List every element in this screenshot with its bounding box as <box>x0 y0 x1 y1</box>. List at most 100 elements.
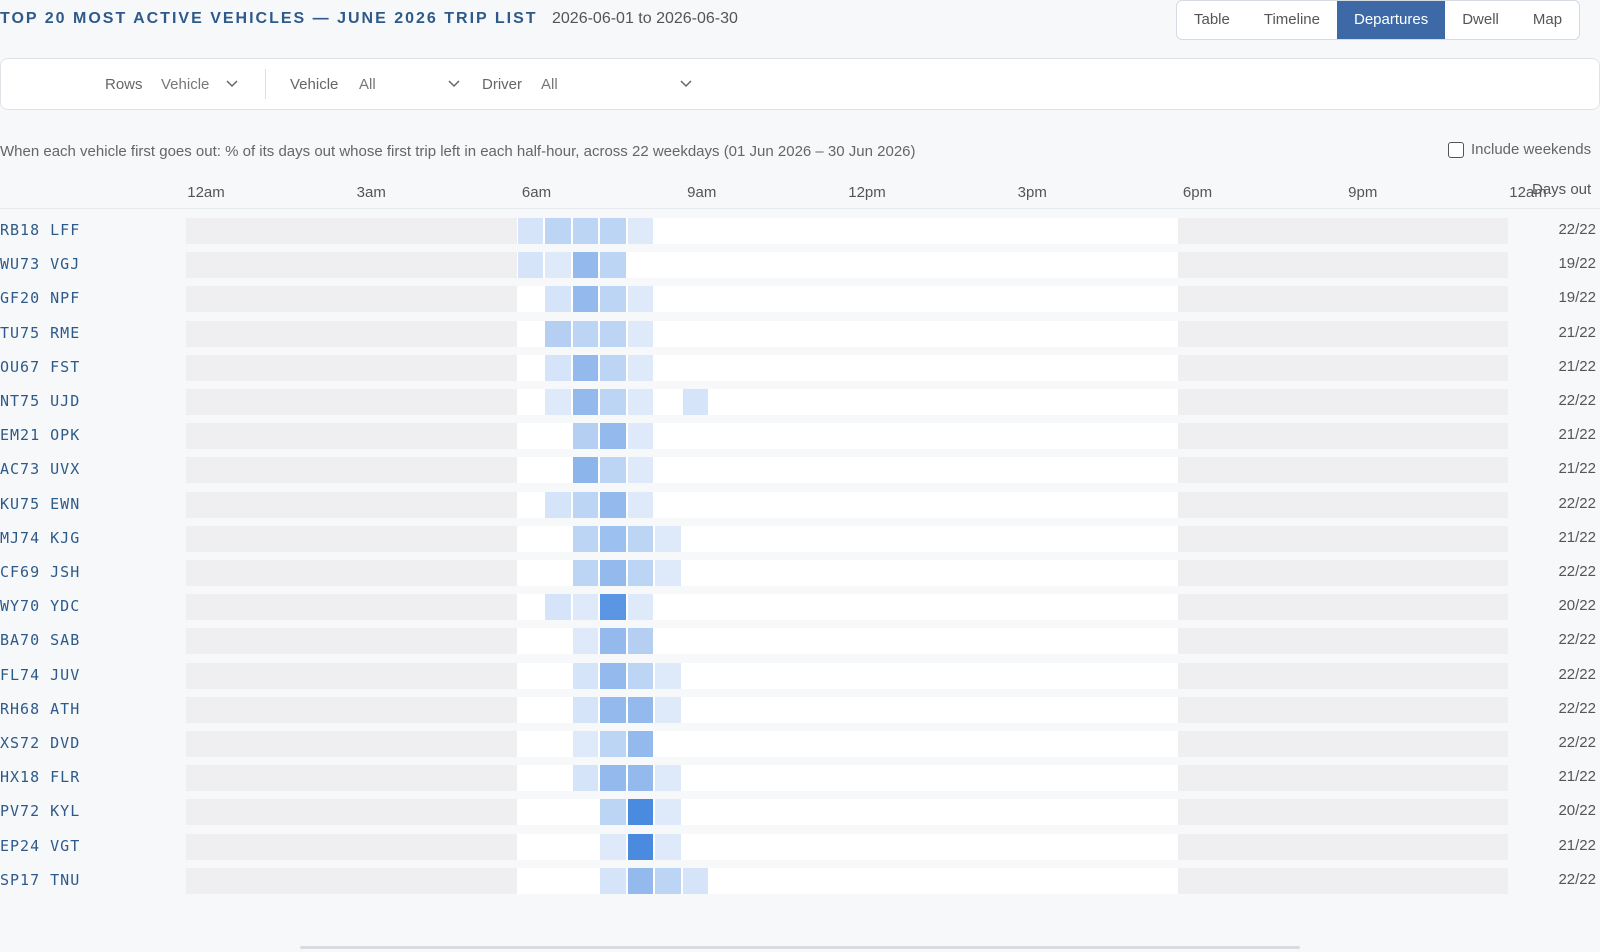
heat-cell[interactable] <box>572 765 599 792</box>
vehicle-label[interactable]: HX18 FLR <box>0 768 80 786</box>
vehicle-label[interactable]: TU75 RME <box>0 324 80 342</box>
heat-cell[interactable] <box>600 765 626 792</box>
heat-cell[interactable] <box>572 662 599 689</box>
tab-departures[interactable]: Departures <box>1337 1 1446 39</box>
heat-cell[interactable] <box>545 252 571 279</box>
heat-cell[interactable] <box>600 731 626 757</box>
vehicle-label[interactable]: WY70 YDC <box>0 597 80 615</box>
heat-cell[interactable] <box>627 423 654 450</box>
vehicle-row[interactable]: XS72 DVD 22/22 <box>0 726 1600 761</box>
heat-cell[interactable] <box>627 457 654 484</box>
heat-cell[interactable] <box>600 696 626 723</box>
heat-cell[interactable] <box>655 525 681 552</box>
vehicle-label[interactable]: AC73 UVX <box>0 460 80 478</box>
vehicle-label[interactable]: PV72 KYL <box>0 802 80 820</box>
heat-cell[interactable] <box>600 628 626 655</box>
heat-cell[interactable] <box>545 320 571 347</box>
vehicle-label[interactable]: WU73 VGJ <box>0 255 80 273</box>
heat-cell[interactable] <box>600 423 626 450</box>
tab-dwell[interactable]: Dwell <box>1445 1 1516 39</box>
heat-cell[interactable] <box>572 457 599 484</box>
include-weekends-toggle[interactable]: Include weekends <box>1448 141 1591 158</box>
vehicle-row[interactable]: FL74 JUV 22/22 <box>0 658 1600 693</box>
heat-cell[interactable] <box>572 389 599 415</box>
heat-cell[interactable] <box>572 594 599 621</box>
heat-cell[interactable] <box>627 286 654 313</box>
heat-cell[interactable] <box>545 286 571 313</box>
heat-cell[interactable] <box>545 218 571 244</box>
heat-cell[interactable] <box>627 696 654 723</box>
vehicle-label[interactable]: RH68 ATH <box>0 700 80 718</box>
heat-cell[interactable] <box>600 833 626 860</box>
heat-cell[interactable] <box>627 867 654 894</box>
heat-cell[interactable] <box>627 594 654 621</box>
vehicle-label[interactable]: EP24 VGT <box>0 837 80 855</box>
vehicle-row[interactable]: KU75 EWN 22/22 <box>0 487 1600 522</box>
heat-cell[interactable] <box>545 491 571 518</box>
heat-cell[interactable] <box>627 799 654 826</box>
heat-cell[interactable] <box>545 594 571 621</box>
heat-cell[interactable] <box>600 457 626 484</box>
vehicle-label[interactable]: XS72 DVD <box>0 734 80 752</box>
heat-cell[interactable] <box>600 525 626 552</box>
tab-table[interactable]: Table <box>1177 1 1247 39</box>
heat-cell[interactable] <box>627 765 654 792</box>
heat-cell[interactable] <box>655 867 681 894</box>
chevron-down-icon[interactable] <box>225 78 239 88</box>
vehicle-row[interactable]: GF20 NPF 19/22 <box>0 281 1600 316</box>
heat-cell[interactable] <box>572 731 599 757</box>
vehicle-row[interactable]: EP24 VGT 21/22 <box>0 829 1600 864</box>
heat-cell[interactable] <box>655 560 681 586</box>
heat-cell[interactable] <box>572 320 599 347</box>
vehicle-row[interactable]: MJ74 KJG 21/22 <box>0 521 1600 556</box>
vehicle-label[interactable]: GF20 NPF <box>0 289 80 307</box>
heat-cell[interactable] <box>627 218 654 244</box>
heat-cell[interactable] <box>627 491 654 518</box>
vehicle-label[interactable]: MJ74 KJG <box>0 529 80 547</box>
vehicle-row[interactable]: TU75 RME 21/22 <box>0 316 1600 351</box>
heat-cell[interactable] <box>627 731 654 757</box>
heat-cell[interactable] <box>627 320 654 347</box>
vehicle-row[interactable]: BA70 SAB 22/22 <box>0 623 1600 658</box>
heat-cell[interactable] <box>600 491 626 518</box>
heat-cell[interactable] <box>655 696 681 723</box>
heat-cell[interactable] <box>572 218 599 244</box>
vehicle-row[interactable]: AC73 UVX 21/22 <box>0 452 1600 487</box>
heat-cell[interactable] <box>682 867 709 894</box>
heat-cell[interactable] <box>600 560 626 586</box>
heat-cell[interactable] <box>600 867 626 894</box>
heat-cell[interactable] <box>627 525 654 552</box>
driver-select[interactable]: All <box>541 76 558 93</box>
vehicle-label[interactable]: BA70 SAB <box>0 631 80 649</box>
heat-cell[interactable] <box>572 252 599 279</box>
heat-cell[interactable] <box>600 320 626 347</box>
heat-cell[interactable] <box>572 354 599 381</box>
heat-cell[interactable] <box>572 286 599 313</box>
vehicle-row[interactable]: NT75 UJD 22/22 <box>0 384 1600 419</box>
vehicle-label[interactable]: OU67 FST <box>0 358 80 376</box>
chevron-down-icon[interactable] <box>679 78 693 88</box>
heat-cell[interactable] <box>572 423 599 450</box>
heat-cell[interactable] <box>572 696 599 723</box>
vehicle-label[interactable]: CF69 JSH <box>0 563 80 581</box>
heat-cell[interactable] <box>655 765 681 792</box>
heat-cell[interactable] <box>600 354 626 381</box>
tab-timeline[interactable]: Timeline <box>1247 1 1337 39</box>
vehicle-label[interactable]: SP17 TNU <box>0 871 80 889</box>
vehicle-label[interactable]: NT75 UJD <box>0 392 80 410</box>
vehicle-row[interactable]: PV72 KYL 20/22 <box>0 794 1600 829</box>
heat-cell[interactable] <box>600 286 626 313</box>
vehicle-row[interactable]: RH68 ATH 22/22 <box>0 692 1600 727</box>
heat-cell[interactable] <box>655 833 681 860</box>
vehicle-row[interactable]: RB18 LFF 22/22 <box>0 213 1600 248</box>
heat-cell[interactable] <box>572 560 599 586</box>
vehicle-row[interactable]: WU73 VGJ 19/22 <box>0 247 1600 282</box>
vehicle-row[interactable]: OU67 FST 21/22 <box>0 350 1600 385</box>
heat-cell[interactable] <box>682 389 709 415</box>
chevron-down-icon[interactable] <box>447 78 461 88</box>
heat-cell[interactable] <box>600 799 626 826</box>
heat-cell[interactable] <box>600 252 626 279</box>
vehicle-row[interactable]: SP17 TNU 22/22 <box>0 863 1600 898</box>
heat-cell[interactable] <box>627 628 654 655</box>
heat-cell[interactable] <box>545 354 571 381</box>
